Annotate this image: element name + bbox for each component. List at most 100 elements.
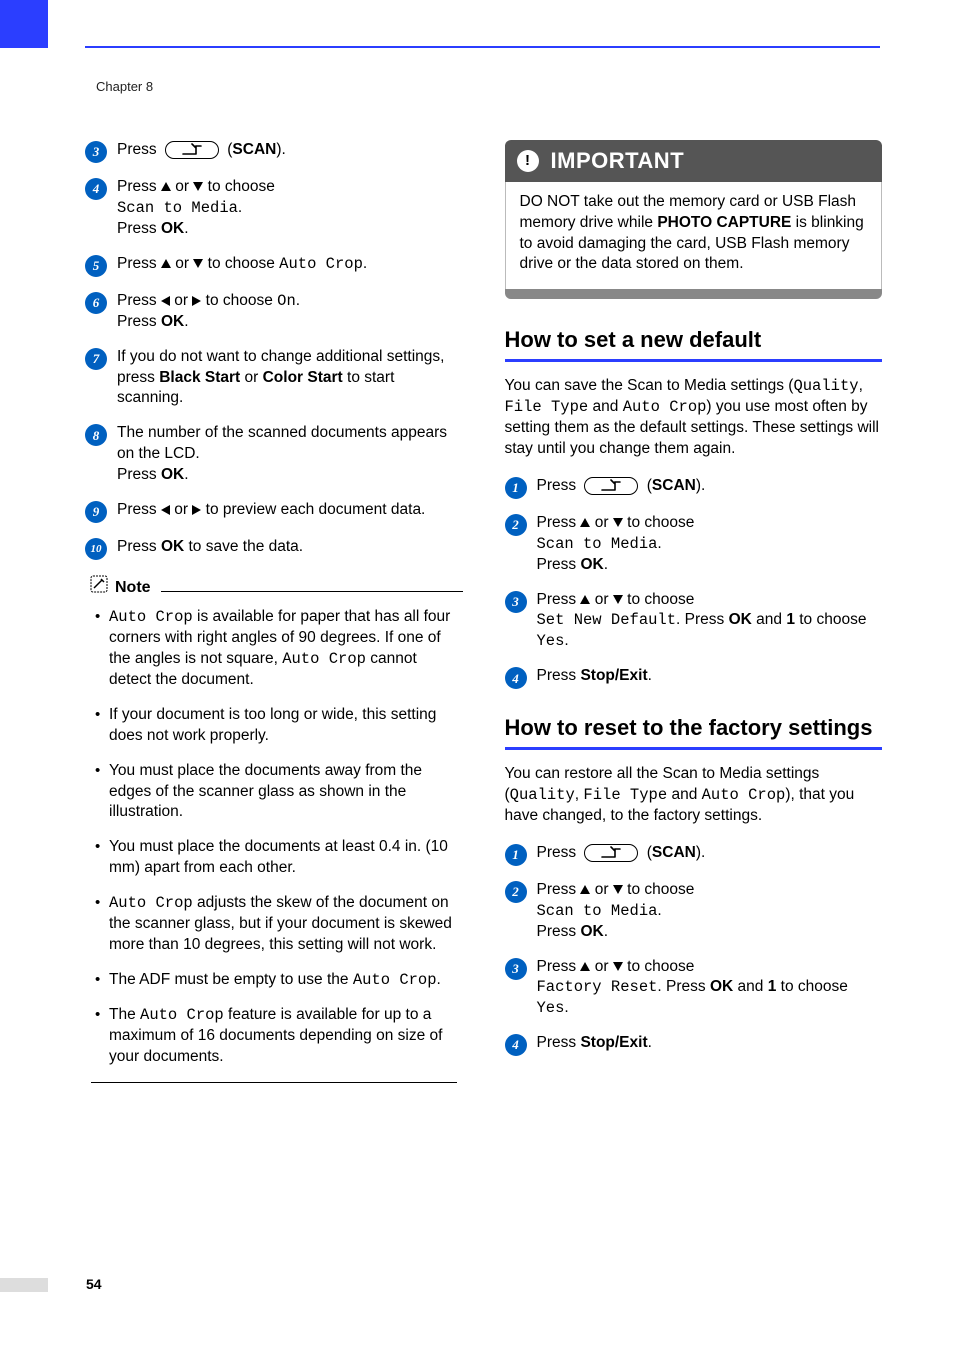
text: The ADF must be empty to use the: [109, 971, 353, 988]
up-arrow-icon: [580, 885, 590, 894]
text: to choose: [623, 881, 695, 898]
step-bullet-9: 9: [85, 501, 107, 523]
note-header-rule: [161, 591, 463, 592]
ok-bold: OK: [161, 538, 184, 555]
text: Press: [117, 178, 161, 195]
text: .: [238, 199, 242, 216]
section-heading-reset: How to reset to the factory settings: [505, 713, 883, 743]
text: or: [590, 881, 612, 898]
intro-paragraph: You can restore all the Scan to Media se…: [505, 764, 883, 827]
mono-text: Auto Crop: [702, 786, 786, 804]
ok-bold: OK: [580, 556, 603, 573]
text: ).: [276, 141, 285, 158]
mono-text: Yes: [537, 632, 565, 650]
ok-bold: OK: [161, 466, 184, 483]
mono-text: File Type: [505, 398, 589, 416]
sd-step-1: 1 Press (SCAN).: [505, 476, 883, 499]
important-box: ! IMPORTANT DO NOT take out the memory c…: [505, 140, 883, 299]
text: to preview each document data.: [201, 501, 425, 518]
down-arrow-icon: [613, 962, 623, 971]
step-bullet-1: 1: [505, 844, 527, 866]
corner-tab: [0, 0, 48, 48]
down-arrow-icon: [193, 182, 203, 191]
text: .: [648, 1034, 652, 1051]
text: to save the data.: [184, 538, 303, 555]
down-arrow-icon: [613, 885, 623, 894]
mono-text: Auto Crop: [623, 398, 707, 416]
up-arrow-icon: [161, 259, 171, 268]
text: ).: [696, 844, 705, 861]
text: Press: [537, 881, 581, 898]
down-arrow-icon: [193, 259, 203, 268]
page-number: 54: [86, 1275, 102, 1294]
section-heading-set-default: How to set a new default: [505, 325, 883, 355]
chapter-header: Chapter 8: [96, 78, 153, 96]
mono-text: Auto Crop: [282, 650, 366, 668]
step-bullet-2: 2: [505, 514, 527, 536]
up-arrow-icon: [580, 518, 590, 527]
text: to choose: [623, 591, 695, 608]
stop-exit-bold: Stop/Exit: [580, 667, 647, 684]
text: . Press: [657, 978, 710, 995]
black-start-bold: Black Start: [159, 369, 240, 386]
text: If your document is too long or wide, th…: [109, 706, 436, 744]
text: or: [590, 591, 612, 608]
step-bullet-3: 3: [505, 958, 527, 980]
note-icon: [89, 574, 109, 601]
mono-text: Quality: [793, 377, 858, 395]
mono-text: Factory Reset: [537, 978, 658, 996]
sd-step-2: 2 Press or to choose Scan to Media. Pres…: [505, 513, 883, 576]
text: Press: [117, 292, 161, 309]
ok-bold: OK: [580, 923, 603, 940]
text: or: [171, 178, 193, 195]
step-bullet-8: 8: [85, 424, 107, 446]
text: to choose: [795, 611, 867, 628]
text: and: [733, 978, 767, 995]
text: The: [109, 1006, 140, 1023]
mono-text: Set New Default: [537, 611, 677, 629]
text: .: [437, 971, 441, 988]
text: to choose: [623, 514, 695, 531]
text: Press: [537, 514, 581, 531]
step-5: 5 Press or to choose Auto Crop.: [85, 254, 463, 277]
left-column: 3 Press (SCAN). 4 Press or to choose Sca…: [80, 140, 463, 1260]
note-box: Note Auto Crop is available for paper th…: [85, 574, 463, 1083]
text: You must place the documents away from t…: [109, 762, 422, 821]
mono-text: Scan to Media: [117, 199, 238, 217]
right-arrow-icon: [192, 505, 201, 515]
text: Press: [117, 141, 161, 158]
text: Press: [537, 844, 581, 861]
footer-grey-tab: [0, 1278, 48, 1292]
scan-bold: SCAN: [232, 141, 276, 158]
text: Press: [117, 538, 161, 555]
step-bullet-4: 4: [85, 178, 107, 200]
mono-text: Yes: [537, 999, 565, 1017]
note-item: Auto Crop is available for paper that ha…: [95, 607, 457, 691]
step-bullet-1: 1: [505, 477, 527, 499]
text: The number of the scanned documents appe…: [117, 424, 447, 462]
right-arrow-icon: [192, 296, 201, 306]
ok-bold: OK: [161, 313, 184, 330]
text: ,: [859, 377, 863, 394]
text: to choose: [203, 178, 275, 195]
up-arrow-icon: [580, 962, 590, 971]
step-8: 8 The number of the scanned documents ap…: [85, 423, 463, 486]
text: and: [752, 611, 786, 628]
text: Press: [117, 313, 161, 330]
text: .: [296, 292, 300, 309]
text: Press: [537, 923, 581, 940]
mono-text: Quality: [510, 786, 575, 804]
page-footer: 54: [0, 1275, 954, 1294]
mono-text: Auto Crop: [279, 255, 363, 273]
mono-text: Auto Crop: [353, 971, 437, 989]
left-arrow-icon: [161, 505, 170, 515]
text: and: [667, 786, 701, 803]
important-footer-bar: [505, 289, 883, 299]
text: or: [170, 501, 192, 518]
note-item: If your document is too long or wide, th…: [95, 705, 457, 747]
note-item: The Auto Crop feature is available for u…: [95, 1005, 457, 1068]
text: You must place the documents at least 0.…: [109, 838, 448, 876]
step-bullet-7: 7: [85, 348, 107, 370]
text: Press: [117, 255, 161, 272]
text: Press: [537, 667, 581, 684]
